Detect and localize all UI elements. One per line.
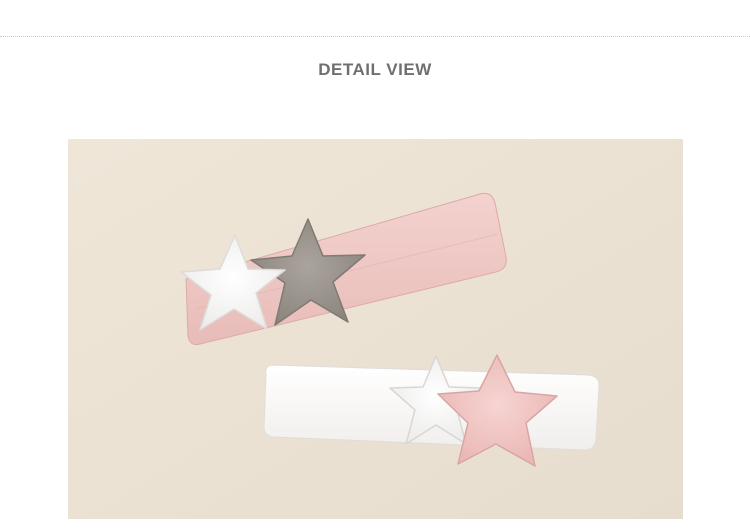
photo-background bbox=[68, 139, 683, 519]
headband-illustration bbox=[68, 139, 683, 519]
dotted-divider bbox=[0, 36, 750, 37]
product-detail-photo bbox=[68, 139, 683, 519]
section-title: DETAIL VIEW bbox=[318, 60, 432, 79]
